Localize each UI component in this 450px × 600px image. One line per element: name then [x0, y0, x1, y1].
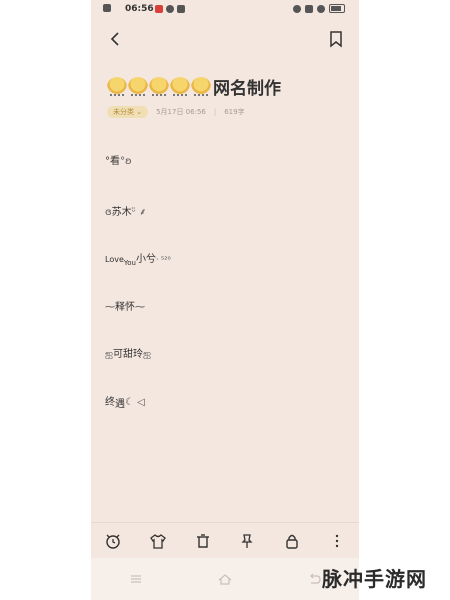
- entry-ornament: ஐ: [105, 349, 114, 360]
- back-icon[interactable]: [107, 30, 125, 48]
- emoji-icon: [128, 76, 148, 97]
- entry-ornament: ɞ: [105, 207, 112, 218]
- alarm-status-icon: [293, 4, 301, 13]
- mute-icon: [305, 4, 313, 13]
- entry-3[interactable]: LoveYou小兮· ⁵²⁰: [105, 250, 171, 267]
- entry-ornament: ☾ ◁: [125, 397, 145, 408]
- menu-icon[interactable]: [128, 571, 144, 587]
- watermark: 脉冲手游网: [320, 563, 440, 593]
- entry-text: °看: [105, 156, 120, 167]
- app-notification-icon: [155, 5, 163, 13]
- battery-icon: [329, 4, 345, 13]
- notification-icons: [155, 5, 185, 13]
- entry-1[interactable]: °看°ʚ: [105, 152, 132, 167]
- system-nav-bar: [91, 558, 359, 600]
- wifi-icon: [317, 4, 325, 13]
- status-time: 06:56: [125, 4, 154, 14]
- entry-ornament: ஐ: [143, 349, 152, 360]
- emoji-icon: [149, 76, 169, 97]
- signal-icon: [103, 4, 111, 12]
- phone-screen: 06:56 网名制作 未分类 5月17日 06:56 |: [91, 0, 359, 600]
- entry-ornament: °ʚ: [120, 156, 132, 167]
- pin-icon[interactable]: [238, 532, 256, 550]
- entry-ornament: ⁓: [135, 302, 145, 313]
- entry-text: 可甜玲: [113, 349, 144, 360]
- entry-text: 小兮: [135, 254, 156, 265]
- bottom-toolbar: [91, 522, 359, 559]
- entry-text: 苏木: [111, 207, 132, 218]
- note-meta: 未分类 5月17日 06:56 | 619字: [107, 106, 245, 118]
- entry-ornament: ᵕ̈ ⸙: [131, 207, 147, 218]
- vpn-icon: [166, 5, 174, 13]
- entry-4[interactable]: ⁓释怀⁓: [105, 298, 145, 313]
- entry-text: Love: [105, 255, 124, 264]
- alarm-clock-icon[interactable]: [104, 532, 122, 550]
- entry-text: 遇: [115, 399, 125, 410]
- note-title-text: 网名制作: [213, 79, 281, 99]
- emoji-icon: [107, 76, 127, 97]
- emoji-icon: [170, 76, 190, 97]
- entry-text: 释怀: [115, 302, 135, 313]
- entry-2[interactable]: ɞ苏木ᵕ̈ ⸙: [105, 203, 146, 218]
- more-options-icon[interactable]: [328, 532, 346, 550]
- meta-separator: |: [213, 108, 217, 116]
- status-left-icons: [103, 4, 111, 12]
- back-nav-icon[interactable]: [306, 571, 322, 587]
- tshirt-icon[interactable]: [149, 532, 167, 550]
- status-bar: 06:56: [91, 0, 359, 20]
- trash-icon[interactable]: [194, 532, 212, 550]
- image-icon: [177, 5, 185, 13]
- entry-ornament: ⁓: [105, 302, 115, 313]
- word-count: 619字: [224, 108, 245, 116]
- home-icon[interactable]: [217, 571, 233, 587]
- entry-ornament: · ⁵²⁰: [155, 255, 171, 264]
- bookmark-icon[interactable]: [327, 30, 345, 48]
- status-right-icons: [293, 4, 345, 13]
- lock-icon[interactable]: [283, 532, 301, 550]
- emoji-icon: [191, 76, 211, 97]
- note-date: 5月17日 06:56: [156, 108, 206, 116]
- category-dropdown[interactable]: 未分类: [107, 106, 149, 118]
- entry-6[interactable]: 终遇☾ ◁: [105, 393, 145, 410]
- entry-5[interactable]: ஐ可甜玲ஐ: [105, 345, 151, 361]
- title-decoration-emojis: [107, 76, 211, 97]
- entry-text: You: [123, 259, 136, 267]
- note-title[interactable]: 网名制作: [107, 74, 281, 99]
- entry-text: 终: [105, 397, 115, 408]
